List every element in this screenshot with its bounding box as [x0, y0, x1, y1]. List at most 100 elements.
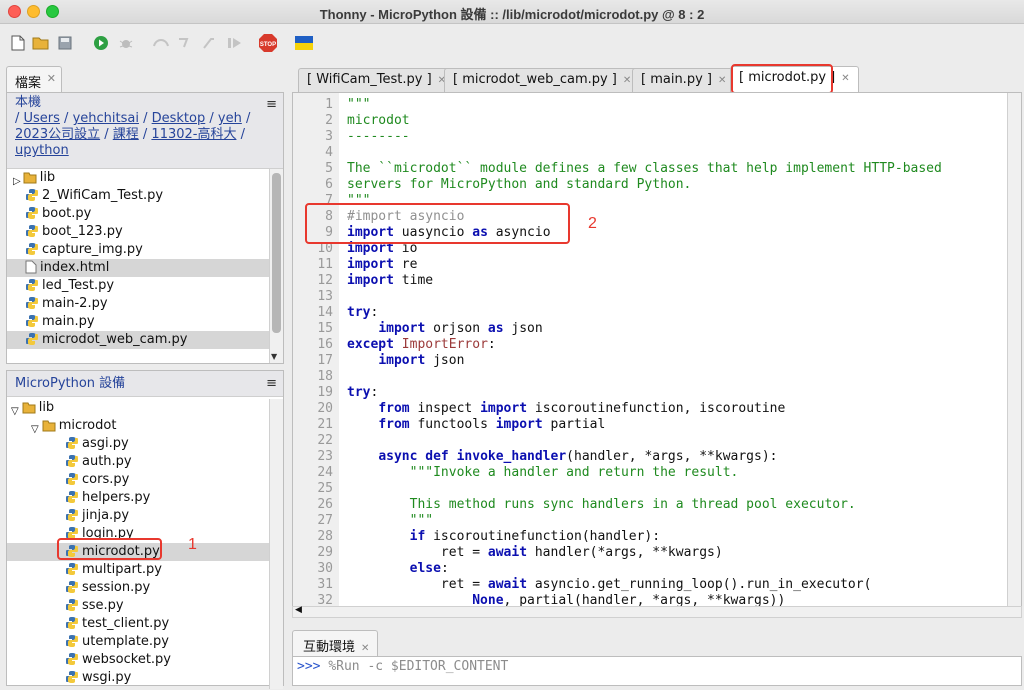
scroll-left-icon[interactable]: ◀: [295, 605, 302, 615]
list-item[interactable]: index.html: [7, 259, 283, 277]
path-segment[interactable]: 2023公司設立: [15, 127, 100, 142]
new-file-icon[interactable]: [9, 34, 27, 52]
shell-panel[interactable]: >>> %Run -c $EDITOR_CONTENT: [292, 656, 1022, 686]
list-item[interactable]: login.py: [7, 525, 283, 543]
close-icon[interactable]: ✕: [47, 72, 56, 85]
tab-microdot[interactable]: [ microdot.py ] ✕: [730, 66, 859, 92]
code-line[interactable]: from inspect import iscoroutinefunction,…: [347, 401, 785, 417]
code-editor[interactable]: 1 """ 2 microdot 3 -------- 4 5 The ``microdot``…: [292, 92, 1022, 607]
code-line[interactable]: The ``microdot`` module defines a few cl…: [347, 161, 942, 177]
line-number: 6: [325, 177, 333, 192]
scrollbar[interactable]: [269, 399, 283, 689]
code-line[interactable]: """Invoke a handler and return the resul…: [347, 465, 739, 481]
list-item[interactable]: auth.py: [7, 453, 283, 471]
code-line[interactable]: import re: [347, 257, 417, 273]
scroll-down-icon[interactable]: ▼: [271, 352, 277, 361]
path-segment[interactable]: Desktop: [152, 111, 206, 126]
list-item[interactable]: boot.py: [7, 205, 283, 223]
menu-icon[interactable]: ≡: [266, 376, 277, 392]
code-line[interactable]: async def invoke_handler(handler, *args,…: [347, 449, 777, 465]
line-number: 22: [317, 433, 333, 448]
list-item[interactable]: ▷ lib: [7, 169, 283, 187]
list-item[interactable]: led_Test.py: [7, 277, 283, 295]
tab-main[interactable]: [ main.py ] ✕: [632, 68, 736, 92]
editor-tabs: [ WifiCam_Test.py ] ✕ [ microdot_web_cam.…: [290, 62, 1024, 92]
step-out-icon[interactable]: [200, 34, 218, 52]
code-line[interactable]: import json: [347, 353, 464, 369]
list-item[interactable]: sse.py: [7, 597, 283, 615]
horizontal-scrollbar[interactable]: ◀: [292, 605, 1022, 618]
path-segment[interactable]: 11302-高科大: [151, 127, 236, 142]
list-item[interactable]: wsgi.py: [7, 669, 283, 687]
list-item[interactable]: asgi.py: [7, 435, 283, 453]
open-folder-icon[interactable]: [32, 34, 50, 52]
list-item[interactable]: cors.py: [7, 471, 283, 489]
tab-microdot-web-cam[interactable]: [ microdot_web_cam.py ] ✕: [444, 68, 641, 92]
scrollbar[interactable]: ▼: [269, 169, 283, 363]
code-line[interactable]: import orjson as json: [347, 321, 542, 337]
code-line[interactable]: --------: [347, 129, 410, 145]
tab-shell[interactable]: 互動環境 ✕: [292, 630, 378, 656]
path-segment[interactable]: Users: [24, 111, 60, 126]
code-line[interactable]: #import asyncio: [347, 209, 464, 225]
close-icon[interactable]: ✕: [361, 643, 369, 654]
code-line[interactable]: try:: [347, 385, 378, 401]
list-item[interactable]: utemplate.py: [7, 633, 283, 651]
list-item[interactable]: websocket.py: [7, 651, 283, 669]
code-line[interactable]: import io: [347, 241, 417, 257]
stop-icon[interactable]: STOP: [258, 34, 278, 52]
run-icon[interactable]: [92, 34, 110, 52]
code-line[interactable]: else:: [347, 561, 449, 577]
code-line[interactable]: """: [347, 97, 370, 113]
code-line[interactable]: """: [347, 513, 433, 529]
code-line[interactable]: if iscoroutinefunction(handler):: [347, 529, 660, 545]
list-item[interactable]: microdot_web_cam.py: [7, 331, 283, 349]
code-line[interactable]: import time: [347, 273, 433, 289]
path-segment[interactable]: 課程: [113, 127, 139, 142]
path-segment[interactable]: upython: [15, 143, 69, 158]
code-line[interactable]: servers for MicroPython and standard Pyt…: [347, 177, 691, 193]
file-label: lib: [39, 170, 56, 185]
list-item[interactable]: main-2.py: [7, 295, 283, 313]
code-line[interactable]: except ImportError:: [347, 337, 496, 353]
code-line[interactable]: try:: [347, 305, 378, 321]
list-item[interactable]: session.py: [7, 579, 283, 597]
tab-wificam-test[interactable]: [ WifiCam_Test.py ] ✕: [298, 68, 456, 92]
code-line[interactable]: from functools import partial: [347, 417, 605, 433]
debug-icon[interactable]: [117, 34, 135, 52]
list-item[interactable]: helpers.py: [7, 489, 283, 507]
list-item[interactable]: jinja.py: [7, 507, 283, 525]
save-icon[interactable]: [56, 34, 74, 52]
code-line[interactable]: """: [347, 193, 370, 209]
step-over-icon[interactable]: [152, 34, 170, 52]
scrollbar[interactable]: [1007, 93, 1021, 606]
resume-icon[interactable]: [226, 34, 244, 52]
code-line[interactable]: This method runs sync handlers in a thre…: [347, 497, 856, 513]
list-item[interactable]: test_client.py: [7, 615, 283, 633]
path-segment[interactable]: yeh: [218, 111, 242, 126]
list-item[interactable]: ▽ lib: [7, 399, 283, 417]
ukraine-flag-icon[interactable]: [294, 34, 314, 52]
code-line[interactable]: ret = await handler(*args, **kwargs): [347, 545, 723, 561]
list-item[interactable]: microdot.py: [7, 543, 283, 561]
tab-label: [ microdot.py ]: [739, 70, 836, 85]
tab-files[interactable]: 檔案 ✕: [6, 66, 62, 92]
list-item[interactable]: main.py: [7, 313, 283, 331]
path-segment[interactable]: yehchitsai: [73, 111, 139, 126]
code-line[interactable]: microdot: [347, 113, 410, 129]
list-item[interactable]: ▽ microdot: [7, 417, 283, 435]
list-item[interactable]: capture_img.py: [7, 241, 283, 259]
close-icon[interactable]: ✕: [623, 75, 631, 86]
step-into-icon[interactable]: [176, 34, 194, 52]
close-icon[interactable]: ✕: [718, 75, 726, 86]
list-item[interactable]: 2_WifiCam_Test.py: [7, 187, 283, 205]
list-item[interactable]: multipart.py: [7, 561, 283, 579]
scrollbar-thumb[interactable]: [272, 173, 281, 333]
menu-icon[interactable]: ≡: [266, 97, 277, 113]
code-line[interactable]: None, partial(handler, *args, **kwargs)): [347, 593, 785, 606]
line-number: 19: [317, 385, 333, 400]
code-line[interactable]: import uasyncio as asyncio: [347, 225, 551, 241]
list-item[interactable]: boot_123.py: [7, 223, 283, 241]
code-line[interactable]: ret = await asyncio.get_running_loop().r…: [347, 577, 872, 593]
close-icon[interactable]: ✕: [841, 73, 849, 84]
